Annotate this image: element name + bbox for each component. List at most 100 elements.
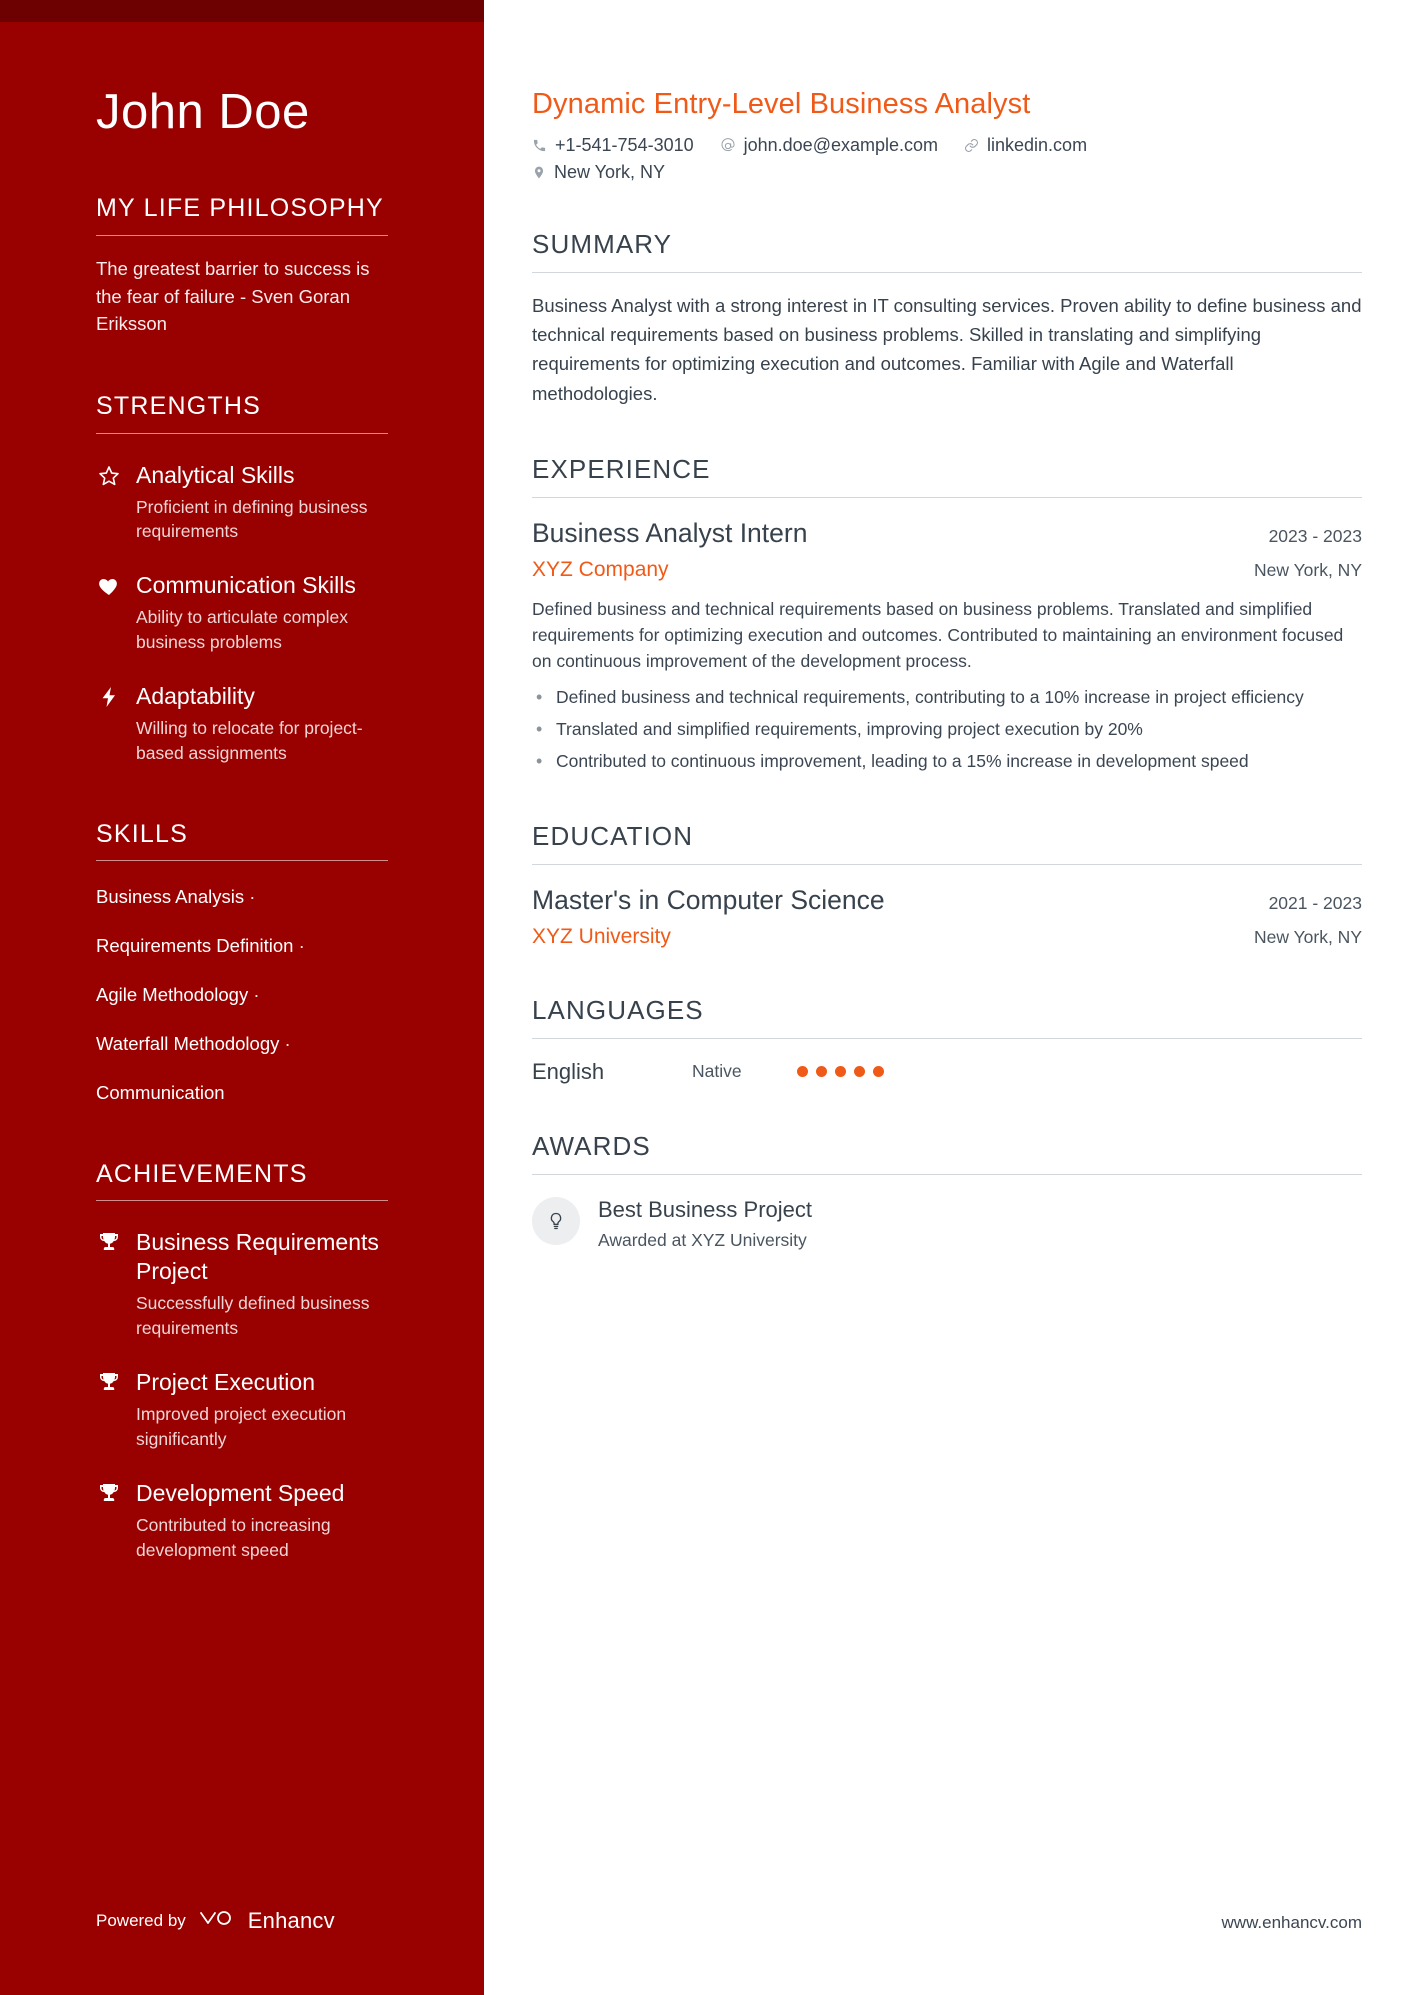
candidate-name: John Doe [96, 85, 310, 139]
strength-title: Communication Skills [136, 572, 356, 599]
skill-item: Waterfall Methodology · [96, 1032, 388, 1057]
skill-separator: · [253, 984, 260, 1005]
achievement-desc: Improved project execution significantly [136, 1404, 347, 1449]
education-dates: 2021 - 2023 [1268, 892, 1362, 913]
skill-item: Agile Methodology · [96, 983, 388, 1008]
languages-heading: LANGUAGES [532, 994, 704, 1025]
divider [532, 272, 1362, 273]
website-footer: www.enhancv.com [1221, 1913, 1362, 1932]
award-item: Best Business Project Awarded at XYZ Uni… [532, 1196, 1362, 1251]
language-rating-dots [797, 1066, 884, 1078]
contact-phone[interactable]: +1-541-754-3010 [532, 135, 694, 156]
education-location: New York, NY [1254, 926, 1362, 947]
philosophy-heading: MY LIFE PHILOSOPHY [96, 194, 384, 223]
strength-title: Analytical Skills [136, 461, 295, 488]
education-degree: Master's in Computer Science [532, 884, 885, 915]
contact-link-value: linkedin.com [987, 135, 1088, 155]
strength-item: Adaptability Willing to relocate for pro… [96, 682, 388, 766]
achievement-title: Project Execution [136, 1369, 315, 1396]
strength-desc: Proficient in defining business requirem… [136, 496, 368, 542]
skill-label: Waterfall Methodology [96, 1032, 280, 1054]
education-entry: Master's in Computer Science 2021 - 2023… [532, 885, 1362, 949]
education-section: EDUCATION Master's in Computer Science 2… [532, 821, 1362, 949]
contact-row: +1-541-754-3010 john.doe@example.com lin… [532, 135, 1362, 183]
language-name: English [532, 1058, 605, 1084]
bulb-icon [532, 1196, 580, 1245]
award-title: Best Business Project [598, 1196, 812, 1222]
strengths-heading: STRENGTHS [96, 392, 261, 421]
trophy-icon [96, 1228, 122, 1255]
resume-page: John Doe MY LIFE PHILOSOPHY The greatest… [0, 0, 1410, 1995]
education-heading: EDUCATION [532, 820, 694, 851]
summary-heading: SUMMARY [532, 229, 673, 259]
divider [532, 1173, 1362, 1175]
link-icon [964, 138, 979, 153]
contact-location: New York, NY [532, 162, 1362, 183]
languages-section: LANGUAGES English Native [532, 995, 1362, 1085]
experience-bullet: Translated and simplified requirements, … [532, 716, 1362, 742]
achievements-section: ACHIEVEMENTS Business Requirements Proje… [96, 1160, 388, 1562]
divider [96, 860, 388, 862]
philosophy-quote: The greatest barrier to success is the f… [96, 257, 370, 335]
strength-item: Communication Skills Ability to articula… [96, 571, 388, 655]
experience-entry: Business Analyst Intern 2023 - 2023 XYZ … [532, 518, 1362, 775]
awards-heading: AWARDS [532, 1130, 651, 1161]
language-row: English Native [532, 1059, 1362, 1085]
experience-bullet: Contributed to continuous improvement, l… [532, 748, 1362, 774]
divider [96, 1200, 388, 1202]
achievement-title: Development Speed [136, 1479, 345, 1506]
contact-email[interactable]: john.doe@example.com [720, 135, 938, 156]
education-school: XYZ University [532, 924, 671, 948]
summary-text: Business Analyst with a strong interest … [532, 295, 1362, 404]
achievements-heading: ACHIEVEMENTS [96, 1159, 308, 1188]
divider [532, 1037, 1362, 1039]
trophy-icon [96, 1479, 122, 1506]
rating-dot [854, 1066, 865, 1078]
divider [532, 496, 1362, 498]
skill-label: Agile Methodology [96, 984, 249, 1005]
awards-section: AWARDS Best Business Project Awarded at … [532, 1131, 1362, 1251]
experience-location: New York, NY [1254, 559, 1362, 580]
experience-description: Defined business and technical requireme… [532, 598, 1344, 672]
star-icon [96, 461, 122, 488]
skill-label: Requirements Definition [96, 935, 294, 957]
powered-by-label: Powered by [96, 1910, 186, 1930]
divider [96, 432, 388, 434]
heart-icon [96, 571, 122, 598]
pin-icon [532, 165, 546, 180]
experience-bullets: Defined business and technical requireme… [532, 684, 1362, 775]
rating-dot [816, 1066, 827, 1078]
rating-dot [835, 1066, 846, 1078]
divider [532, 863, 1362, 865]
achievement-item: Development Speed Contributed to increas… [96, 1479, 388, 1563]
strength-desc: Willing to relocate for project-based as… [136, 717, 363, 763]
skill-item: Business Analysis · [96, 885, 388, 910]
skill-separator: · [249, 886, 256, 908]
rating-dot [797, 1066, 808, 1078]
enhancv-brand-label: Enhancv [247, 1907, 335, 1933]
professional-headline: Dynamic Entry-Level Business Analyst [532, 88, 1031, 120]
skill-label: Communication [96, 1081, 225, 1103]
bolt-icon [96, 682, 122, 709]
phone-icon [532, 138, 547, 153]
achievement-item: Business Requirements Project Successful… [96, 1228, 388, 1341]
philosophy-section: MY LIFE PHILOSOPHY The greatest barrier … [96, 194, 388, 338]
summary-section: SUMMARY Business Analyst with a strong i… [532, 229, 1362, 408]
experience-company: XYZ Company [532, 557, 669, 581]
rating-dot [873, 1066, 884, 1078]
achievement-desc: Successfully defined business requiremen… [136, 1293, 370, 1339]
sidebar: John Doe MY LIFE PHILOSOPHY The greatest… [0, 0, 484, 1995]
at-icon [720, 137, 736, 154]
experience-heading: EXPERIENCE [532, 453, 711, 484]
achievement-item: Project Execution Improved project execu… [96, 1368, 388, 1452]
sidebar-top-strip [0, 0, 484, 22]
experience-section: EXPERIENCE Business Analyst Intern 2023 … [532, 454, 1362, 775]
experience-bullet: Defined business and technical requireme… [532, 684, 1362, 710]
experience-title: Business Analyst Intern [532, 517, 808, 548]
contact-location-value: New York, NY [554, 162, 666, 182]
contact-link[interactable]: linkedin.com [964, 135, 1087, 156]
skills-heading: SKILLS [96, 819, 188, 848]
language-level: Native [692, 1061, 742, 1082]
skill-separator: · [298, 935, 305, 957]
experience-dates: 2023 - 2023 [1268, 525, 1362, 546]
